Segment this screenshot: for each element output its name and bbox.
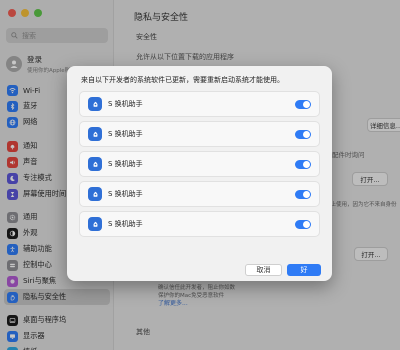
enable-toggle[interactable] [295,130,311,139]
list-item: S 换机助手 [79,121,320,147]
system-extension-dialog: 来自以下开发者的系统软件已更新，需要重新启动系统才能使用。 S 换机助手 S 换… [67,66,332,281]
item-label: S 换机助手 [108,100,143,108]
app-icon [88,97,102,111]
app-icon [88,157,102,171]
app-icon [88,217,102,231]
item-label: S 换机助手 [108,130,143,138]
list-item: S 换机助手 [79,211,320,237]
app-icon [88,187,102,201]
item-label: S 换机助手 [108,160,143,168]
enable-toggle[interactable] [295,190,311,199]
enable-toggle[interactable] [295,160,311,169]
extension-list: S 换机助手 S 换机助手 S 换机助手 S 换机助手 S 换机助手 [79,91,320,301]
enable-toggle[interactable] [295,220,311,229]
item-label: S 换机助手 [108,220,143,228]
app-icon [88,127,102,141]
cancel-button[interactable]: 取消 [245,264,282,276]
enable-toggle[interactable] [295,100,311,109]
list-item: S 换机助手 [79,181,320,207]
list-item: S 换机助手 [79,151,320,177]
dialog-message: 来自以下开发者的系统软件已更新，需要重新启动系统才能使用。 [81,76,284,84]
list-item: S 换机助手 [79,91,320,117]
ok-button[interactable]: 好 [287,264,321,276]
item-label: S 换机助手 [108,190,143,198]
